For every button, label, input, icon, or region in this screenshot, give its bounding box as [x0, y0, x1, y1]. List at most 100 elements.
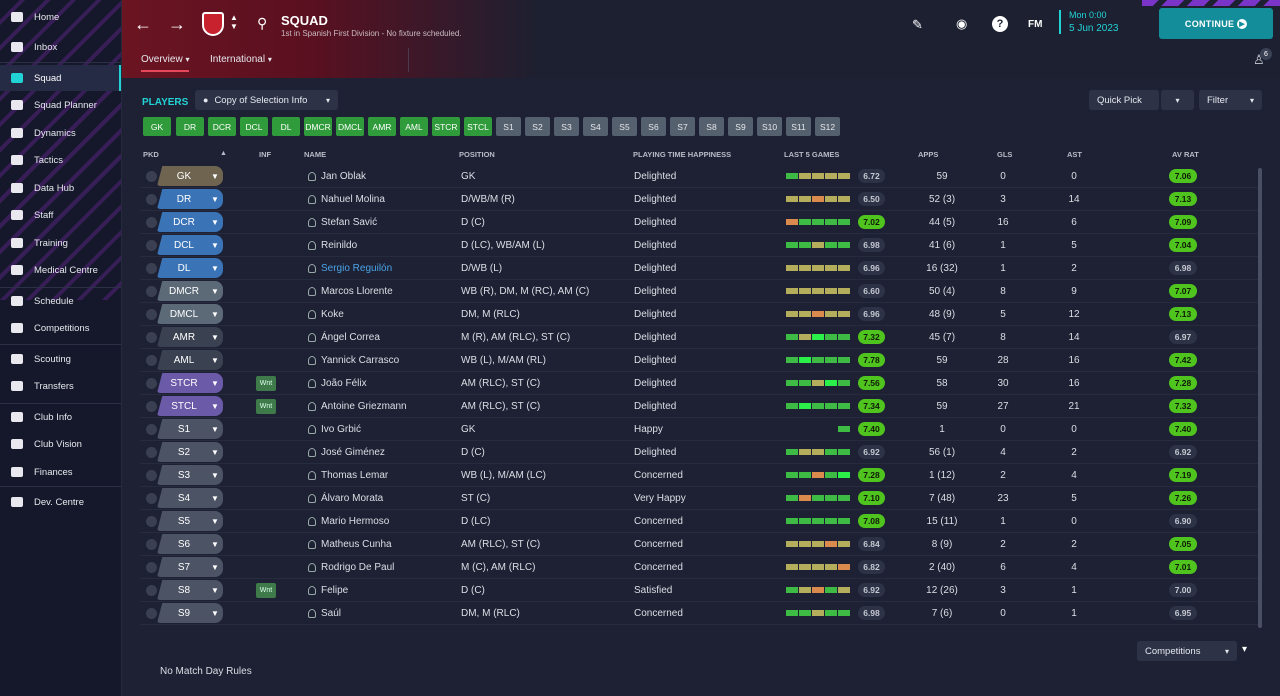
table-row[interactable]: S9 ▼ Saúl DM, M (RLC) Concerned 6.98 7 (6) 0 1 6.… — [140, 602, 1258, 625]
player-name[interactable]: Antoine Griezmann — [321, 401, 407, 412]
table-row[interactable]: DL ▼ Sergio Reguilón D/WB (L) Delighted 6.96 1… — [140, 257, 1258, 280]
table-row[interactable]: DCL ▼ Reinildo D (LC), WB/AM (L) Delighted 6.… — [140, 234, 1258, 257]
player-name[interactable]: Reinildo — [321, 240, 357, 251]
pick-checkbox[interactable] — [146, 171, 157, 182]
club-crest-icon[interactable] — [202, 12, 224, 36]
expand-chevron-icon[interactable]: ▾ — [1242, 644, 1247, 655]
pick-checkbox[interactable] — [146, 401, 157, 412]
sidebar-item-finances[interactable]: Finances — [0, 459, 121, 485]
col-last5[interactable]: LAST 5 GAMES — [784, 150, 839, 159]
col-pkd[interactable]: PKD — [143, 150, 159, 159]
table-row[interactable]: S8 ▼ Wnt Felipe D (C) Satisfied 6.92 12 (26) 3 1 7… — [140, 579, 1258, 602]
pick-checkbox[interactable] — [146, 516, 157, 527]
back-arrow-icon[interactable]: ← — [134, 15, 152, 33]
search-icon[interactable]: ⚲ — [257, 15, 267, 32]
player-name[interactable]: José Giménez — [321, 447, 385, 458]
position-chip-dcl[interactable]: DCL — [240, 117, 268, 136]
selection-dropdown[interactable]: GK ▼ — [157, 166, 223, 186]
continue-button[interactable]: CONTINUE ▶ — [1159, 8, 1273, 39]
sort-ascending-icon[interactable]: ▲ — [220, 150, 227, 157]
quick-pick-dropdown[interactable]: ▾ — [1161, 90, 1194, 110]
player-name[interactable]: Saúl — [321, 608, 341, 619]
pick-checkbox[interactable] — [146, 332, 157, 343]
player-name[interactable]: Mario Hermoso — [321, 516, 389, 527]
selection-dropdown[interactable]: AML ▼ — [157, 350, 223, 370]
selection-dropdown[interactable]: DL ▼ — [157, 258, 223, 278]
table-row[interactable]: AMR ▼ Ángel Correa M (R), AM (RLC), ST (C) D… — [140, 326, 1258, 349]
pick-checkbox[interactable] — [146, 447, 157, 458]
manager-icon[interactable]: ◉ — [956, 16, 967, 32]
selection-dropdown[interactable]: DMCR ▼ — [157, 281, 223, 301]
selection-dropdown[interactable]: S6 ▼ — [157, 534, 223, 554]
position-chip-aml[interactable]: AML — [400, 117, 428, 136]
selection-dropdown[interactable]: DMCL ▼ — [157, 304, 223, 324]
position-chip-dmcl[interactable]: DMCL — [336, 117, 364, 136]
sidebar-item-dynamics[interactable]: Dynamics — [0, 120, 121, 146]
sidebar-item-competitions[interactable]: Competitions — [0, 315, 121, 341]
table-row[interactable]: AML ▼ Yannick Carrasco WB (L), M/AM (RL) Del… — [140, 349, 1258, 372]
pick-checkbox[interactable] — [146, 608, 157, 619]
sidebar-item-squad-planner[interactable]: Squad Planner — [0, 92, 121, 118]
edit-icon[interactable]: ✎ — [912, 17, 923, 33]
sidebar-item-schedule[interactable]: Schedule — [0, 288, 121, 314]
position-chip-s3[interactable]: S3 — [554, 117, 579, 136]
sidebar-item-club-vision[interactable]: Club Vision — [0, 431, 121, 457]
table-row[interactable]: S6 ▼ Matheus Cunha AM (RLC), ST (C) Concerne… — [140, 533, 1258, 556]
competitions-dropdown[interactable]: Competitions ▾ — [1137, 641, 1237, 661]
position-chip-s9[interactable]: S9 — [728, 117, 753, 136]
pick-checkbox[interactable] — [146, 539, 157, 550]
copy-selection-dropdown[interactable]: ● Copy of Selection Info ▾ — [195, 90, 338, 110]
position-chip-s2[interactable]: S2 — [525, 117, 550, 136]
filter-dropdown[interactable]: Filter ▾ — [1199, 90, 1262, 110]
col-inf[interactable]: INF — [259, 150, 271, 159]
selection-dropdown[interactable]: DCR ▼ — [157, 212, 223, 232]
selection-dropdown[interactable]: S4 ▼ — [157, 488, 223, 508]
sidebar-item-transfers[interactable]: Transfers — [0, 373, 121, 399]
pick-checkbox[interactable] — [146, 194, 157, 205]
game-date[interactable]: Mon 0:00 5 Jun 2023 — [1059, 10, 1119, 34]
player-name[interactable]: Sergio Reguilón — [321, 263, 392, 274]
selection-dropdown[interactable]: DR ▼ — [157, 189, 223, 209]
player-name[interactable]: Thomas Lemar — [321, 470, 388, 481]
position-chip-amr[interactable]: AMR — [368, 117, 396, 136]
tab-international[interactable]: International ▾ — [210, 54, 272, 65]
club-switch-icon[interactable]: ▲ ▼ — [230, 13, 238, 31]
selection-dropdown[interactable]: S7 ▼ — [157, 557, 223, 577]
selection-dropdown[interactable]: S9 ▼ — [157, 603, 223, 623]
forward-arrow-icon[interactable]: → — [168, 15, 186, 33]
pick-checkbox[interactable] — [146, 263, 157, 274]
player-name[interactable]: Álvaro Morata — [321, 493, 383, 504]
table-row[interactable]: S7 ▼ Rodrigo De Paul M (C), AM (RLC) Concern… — [140, 556, 1258, 579]
position-chip-s6[interactable]: S6 — [641, 117, 666, 136]
table-row[interactable]: DMCL ▼ Koke DM, M (RLC) Delighted 6.96 48 (9) 5… — [140, 303, 1258, 326]
player-name[interactable]: Ángel Correa — [321, 332, 380, 343]
position-chip-s10[interactable]: S10 — [757, 117, 782, 136]
player-name[interactable]: Koke — [321, 309, 344, 320]
position-chip-s7[interactable]: S7 — [670, 117, 695, 136]
position-chip-stcr[interactable]: STCR — [432, 117, 460, 136]
tab-overview[interactable]: Overview ▾ — [141, 54, 190, 72]
selection-dropdown[interactable]: DCL ▼ — [157, 235, 223, 255]
player-name[interactable]: Marcos Llorente — [321, 286, 393, 297]
table-row[interactable]: S4 ▼ Álvaro Morata ST (C) Very Happy 7.10 7 (4… — [140, 487, 1258, 510]
pick-checkbox[interactable] — [146, 355, 157, 366]
sidebar-item-tactics[interactable]: Tactics — [0, 147, 121, 173]
sidebar-item-club-info[interactable]: Club Info — [0, 404, 121, 430]
selection-dropdown[interactable]: STCR ▼ — [157, 373, 223, 393]
player-name[interactable]: Felipe — [321, 585, 348, 596]
selection-dropdown[interactable]: S1 ▼ — [157, 419, 223, 439]
help-icon[interactable]: ? — [992, 16, 1008, 32]
col-apps[interactable]: APPS — [918, 150, 938, 159]
col-gls[interactable]: GLS — [997, 150, 1012, 159]
position-chip-gk[interactable]: GK — [143, 117, 171, 136]
player-name[interactable]: Jan Oblak — [321, 171, 366, 182]
selection-dropdown[interactable]: AMR ▼ — [157, 327, 223, 347]
pick-checkbox[interactable] — [146, 309, 157, 320]
table-row[interactable]: GK ▼ Jan Oblak GK Delighted 6.72 59 0 0 7.06 — [140, 165, 1258, 188]
pick-checkbox[interactable] — [146, 585, 157, 596]
pick-checkbox[interactable] — [146, 424, 157, 435]
table-row[interactable]: S5 ▼ Mario Hermoso D (LC) Concerned 7.08 15 (1… — [140, 510, 1258, 533]
sidebar-item-data-hub[interactable]: Data Hub — [0, 175, 121, 201]
position-chip-stcl[interactable]: STCL — [464, 117, 492, 136]
pick-checkbox[interactable] — [146, 217, 157, 228]
